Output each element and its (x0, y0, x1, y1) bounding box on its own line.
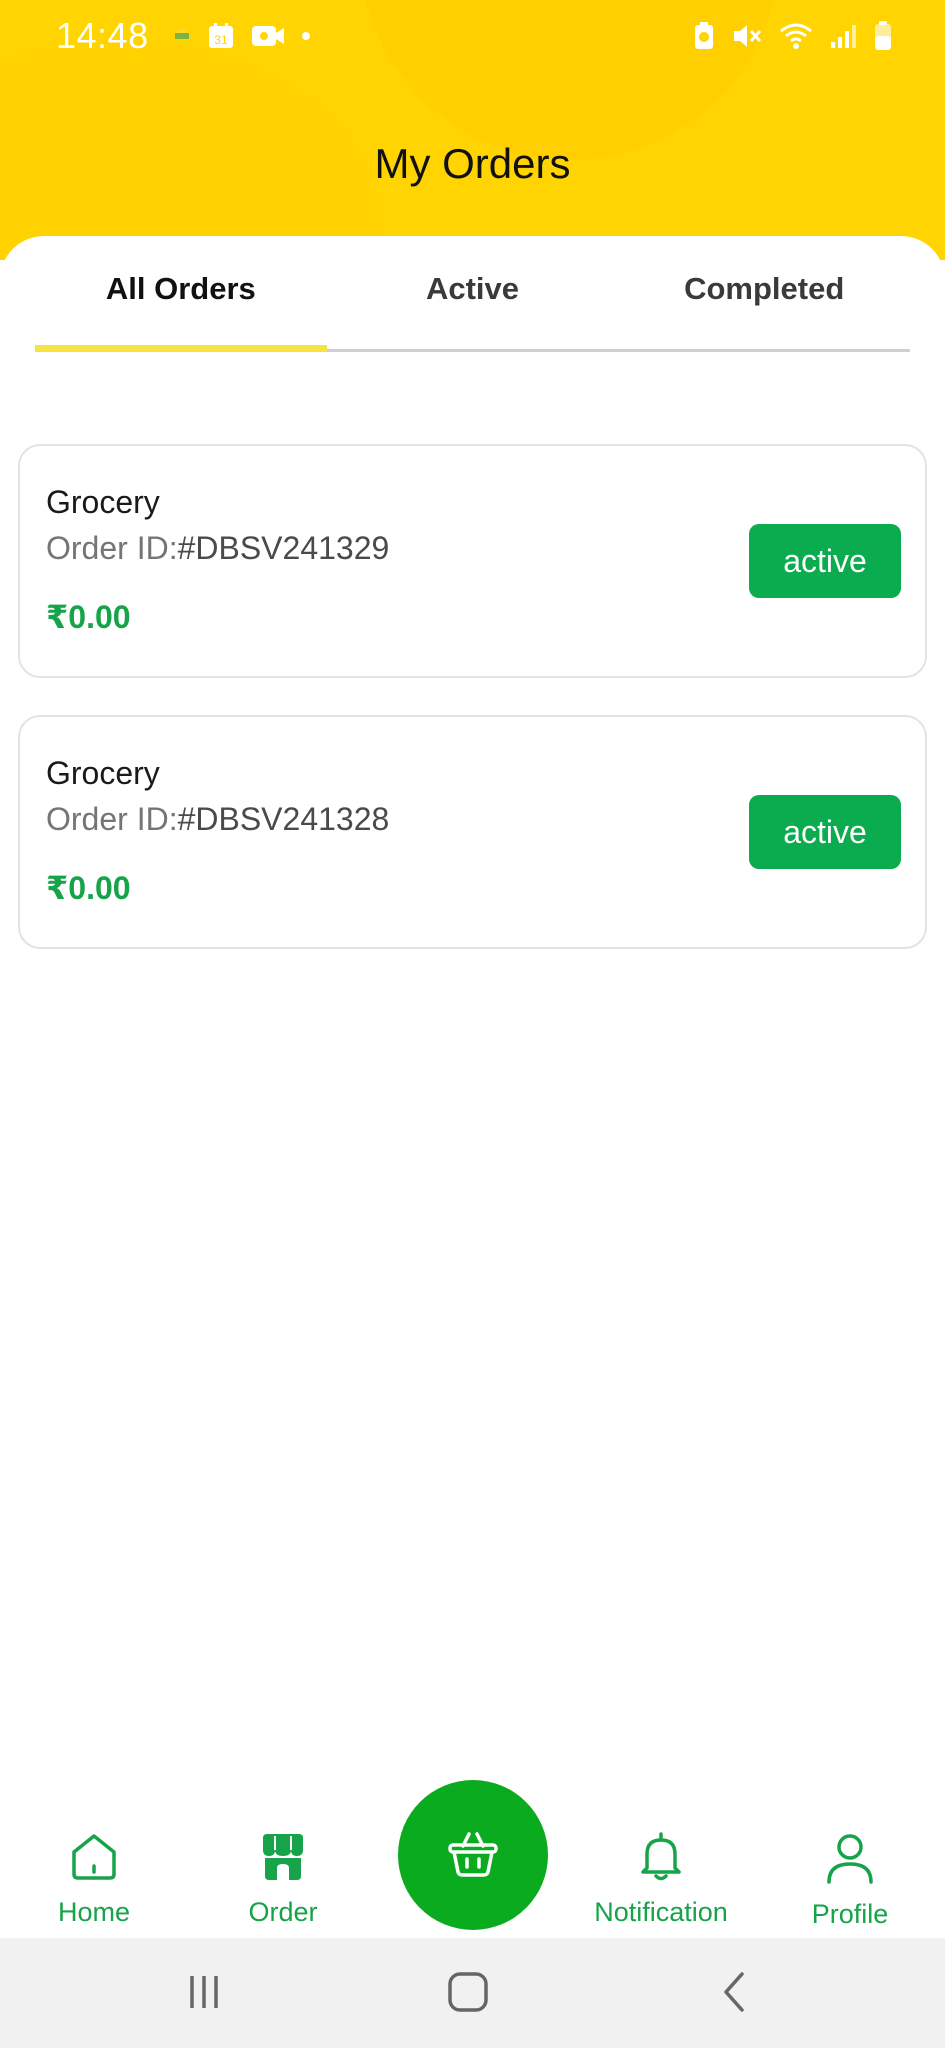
mute-icon (731, 21, 763, 51)
chevron-left-icon (716, 1970, 752, 2019)
tab-active[interactable]: Active (327, 236, 619, 349)
nav-home[interactable]: Home (0, 1832, 194, 1928)
status-notification-icons: 31 (173, 22, 311, 50)
nav-notification-label: Notification (594, 1897, 728, 1927)
status-system-icons (693, 20, 893, 52)
battery-saver-icon (693, 21, 715, 51)
recent-apps-button[interactable] (174, 1966, 234, 2022)
status-badge[interactable]: active (749, 795, 901, 869)
home-system-button[interactable] (438, 1966, 498, 2022)
signal-icon (829, 22, 857, 50)
cart-fab-button[interactable] (398, 1780, 548, 1930)
video-call-icon (251, 23, 285, 49)
nav-home-label: Home (57, 1897, 131, 1927)
nav-order-label: Order (248, 1897, 318, 1927)
status-time: 14:48 (56, 15, 149, 56)
user-icon (825, 1832, 875, 1889)
order-name: Grocery (46, 755, 160, 791)
back-button[interactable] (704, 1966, 764, 2022)
order-name: Grocery (46, 484, 160, 520)
tab-completed[interactable]: Completed (618, 236, 910, 349)
order-price: ₹0.00 (46, 870, 131, 906)
nav-profile[interactable]: Profile (750, 1832, 945, 1930)
system-navigation-bar (0, 1938, 945, 2048)
nav-profile-label: Profile (811, 1899, 889, 1929)
order-id: Order ID:#DBSV241328 (46, 801, 389, 838)
order-id-label: Order ID: (46, 801, 178, 837)
calendar-icon: 31 (207, 22, 235, 50)
nav-notification[interactable]: Notification (561, 1832, 761, 1928)
status-bar: 14:48 31 (0, 0, 945, 72)
order-id: Order ID:#DBSV241329 (46, 530, 389, 567)
order-id-value: #DBSV241328 (177, 801, 390, 837)
page-title: My Orders (374, 140, 571, 187)
tab-all-orders[interactable]: All Orders (35, 236, 327, 352)
recent-apps-icon (184, 1972, 224, 2017)
bell-icon (637, 1832, 685, 1887)
svg-text:31: 31 (214, 33, 228, 47)
basket-icon (447, 1828, 499, 1883)
wifi-icon (779, 21, 813, 51)
status-badge[interactable]: active (749, 524, 901, 598)
store-icon (259, 1832, 307, 1887)
nav-order[interactable]: Order (183, 1832, 383, 1928)
order-price: ₹0.00 (46, 599, 131, 635)
battery-icon (873, 20, 893, 52)
order-card[interactable]: Grocery Order ID:#DBSV241329 ₹0.00 activ… (18, 444, 927, 678)
home-icon (68, 1832, 120, 1887)
app-notification-icon (173, 27, 191, 45)
order-id-label: Order ID: (46, 530, 178, 566)
more-notifications-dot-icon (301, 31, 311, 41)
order-id-value: #DBSV241329 (177, 530, 390, 566)
order-tabs: All Orders Active Completed (35, 236, 910, 352)
bottom-navigation: Home Order Notification Profile (0, 1780, 945, 1938)
order-card[interactable]: Grocery Order ID:#DBSV241328 ₹0.00 activ… (18, 715, 927, 949)
home-square-icon (446, 1970, 490, 2019)
